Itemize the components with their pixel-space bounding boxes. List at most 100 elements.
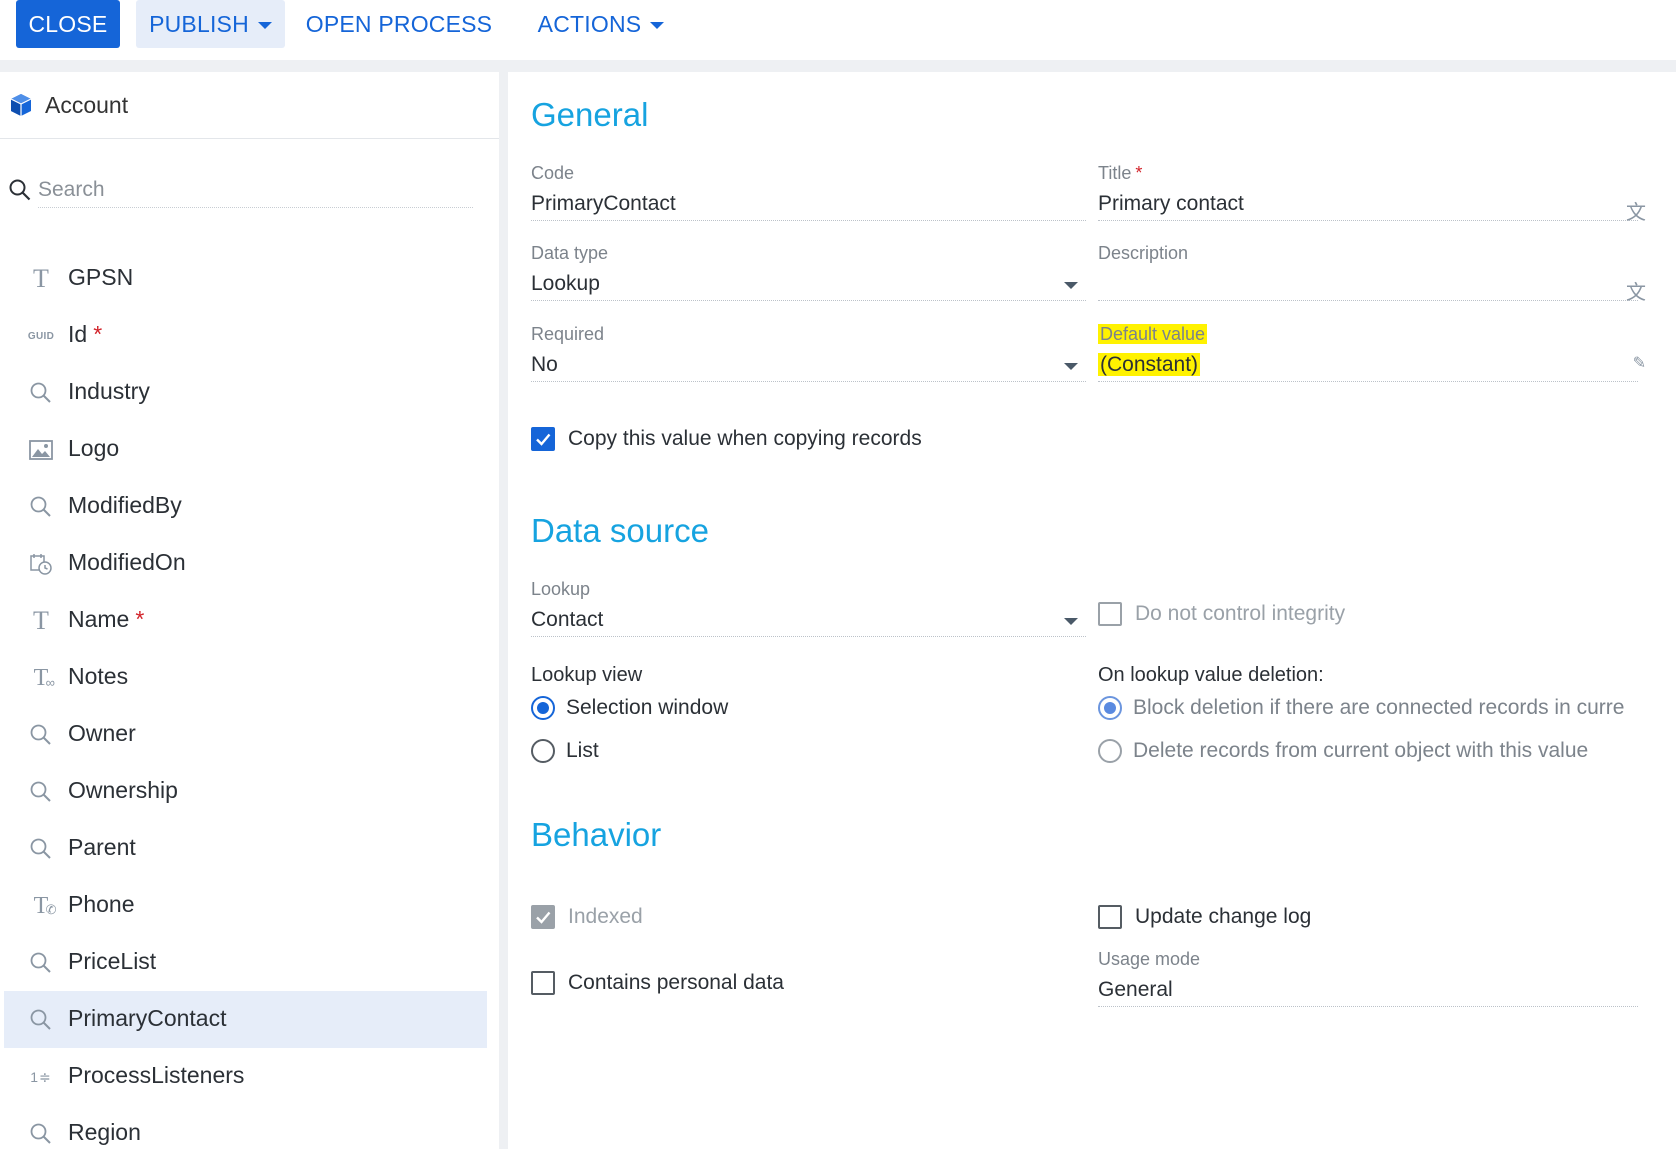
column-item-label: Name * <box>68 606 144 633</box>
indexed-checkbox[interactable]: Indexed <box>531 905 643 929</box>
update-change-log-label: Update change log <box>1135 905 1312 928</box>
column-name: Region <box>68 1119 141 1145</box>
required-label: Required <box>531 324 605 344</box>
search-input[interactable] <box>38 172 473 208</box>
open-process-label: OPEN PROCESS <box>305 10 493 37</box>
checkbox-checked-disabled-icon[interactable] <box>531 905 555 929</box>
radio-unselected-icon[interactable] <box>1098 739 1122 763</box>
checkbox-unchecked-icon[interactable] <box>1098 905 1122 929</box>
column-item-pricelist[interactable]: PriceList <box>0 934 487 991</box>
radio-selected-icon[interactable] <box>1098 696 1122 720</box>
column-item-label: Logo <box>68 435 119 462</box>
contains-personal-data-checkbox[interactable]: Contains personal data <box>531 971 784 995</box>
title-value: Primary contact <box>1098 192 1244 215</box>
column-item-gpsn[interactable]: T GPSN <box>0 250 487 307</box>
lookup-icon <box>28 1007 54 1033</box>
code-field[interactable]: Code PrimaryContact <box>531 162 1086 221</box>
radio-block-deletion[interactable]: Block deletion if there are connected re… <box>1098 696 1624 720</box>
integer-icon: 1≑ <box>30 1068 52 1085</box>
do-not-control-integrity-checkbox[interactable]: Do not control integrity <box>1098 602 1345 626</box>
actions-button[interactable]: ACTIONS <box>526 0 676 48</box>
column-item-industry[interactable]: Industry <box>0 364 487 421</box>
publish-button-label: PUBLISH <box>149 10 249 37</box>
column-item-label: Owner <box>68 720 136 747</box>
chevron-down-icon[interactable] <box>1064 618 1078 625</box>
checkbox-unchecked-icon[interactable] <box>531 971 555 995</box>
text-icon: T <box>33 606 49 635</box>
chevron-down-icon <box>257 22 272 29</box>
title-field[interactable]: Title * Primary contact 文 <box>1098 162 1646 224</box>
column-item-label: ModifiedBy <box>68 492 182 519</box>
column-item-modifiedon[interactable]: ModifiedOn <box>0 535 487 592</box>
chevron-down-icon <box>650 22 665 29</box>
column-item-owner[interactable]: Owner <box>0 706 487 763</box>
field-underline <box>531 220 1086 221</box>
required-asterisk: * <box>93 321 103 347</box>
column-item-name[interactable]: T Name * <box>0 592 487 649</box>
column-item-label: Phone <box>68 891 135 918</box>
field-underline <box>531 636 1086 637</box>
radio-selection-window[interactable]: Selection window <box>531 696 728 720</box>
default-value-label: Default value <box>1098 324 1208 344</box>
translate-icon[interactable]: 文 <box>1626 276 1646 305</box>
column-item-region[interactable]: Region <box>0 1105 487 1149</box>
section-title-behavior: Behavior <box>531 816 662 853</box>
default-value-value: (Constant) <box>1098 353 1201 376</box>
description-field[interactable]: Description 文 <box>1098 242 1646 304</box>
required-asterisk: * <box>135 606 145 632</box>
toolbar-divider <box>0 60 1676 72</box>
column-item-label: Industry <box>68 378 150 405</box>
column-item-parent[interactable]: Parent <box>0 820 487 877</box>
column-item-label: Notes <box>68 663 128 690</box>
actions-label: ACTIONS <box>537 10 642 37</box>
column-name: Industry <box>68 378 150 404</box>
publish-button[interactable]: PUBLISH <box>136 0 285 48</box>
radio-delete-records[interactable]: Delete records from current object with … <box>1098 739 1588 763</box>
translate-icon[interactable]: 文 <box>1626 196 1646 225</box>
column-item-label: Id * <box>68 321 102 348</box>
title-label: Title <box>1098 163 1132 183</box>
column-item-label: ProcessListeners <box>68 1062 244 1089</box>
column-item-ownership[interactable]: Ownership <box>0 763 487 820</box>
lookup-icon <box>28 722 54 748</box>
required-value: No <box>531 353 558 376</box>
radio-list[interactable]: List <box>531 739 599 763</box>
checkbox-checked-icon[interactable] <box>531 427 555 451</box>
data-type-label: Data type <box>531 243 609 263</box>
open-process-button[interactable]: OPEN PROCESS <box>304 0 494 48</box>
default-value-label-row: Default value <box>1098 323 1638 345</box>
close-button[interactable]: CLOSE <box>16 0 120 48</box>
copy-value-checkbox[interactable]: Copy this value when copying records <box>531 427 922 451</box>
column-name: ProcessListeners <box>68 1062 245 1088</box>
column-item-phone[interactable]: T ✆ Phone <box>0 877 487 934</box>
chevron-down-icon[interactable] <box>1064 363 1078 370</box>
column-name: Id <box>68 321 88 347</box>
radio-unselected-icon[interactable] <box>531 739 555 763</box>
usage-mode-value: General <box>1098 978 1173 1001</box>
edit-icon[interactable]: ✎ <box>1633 353 1646 373</box>
columns-panel: Account TGPSNGUIDId*IndustryLogoModified… <box>0 72 499 1149</box>
column-item-primarycontact[interactable]: PrimaryContact <box>4 991 487 1048</box>
column-item-modifiedby[interactable]: ModifiedBy <box>0 478 487 535</box>
default-value-field[interactable]: Default value (Constant) ✎ <box>1098 323 1646 382</box>
radio-selected-icon[interactable] <box>531 696 555 720</box>
column-item-id[interactable]: GUID Id * <box>0 307 487 364</box>
list-label: List <box>566 739 599 762</box>
column-item-processlisteners[interactable]: 1≑ ProcessListeners <box>0 1048 487 1105</box>
update-change-log-checkbox[interactable]: Update change log <box>1098 905 1311 929</box>
column-item-label: PriceList <box>68 948 156 975</box>
usage-mode-select[interactable]: Usage mode General <box>1098 948 1638 1007</box>
block-deletion-label: Block deletion if there are connected re… <box>1133 696 1625 719</box>
usage-mode-label: Usage mode <box>1098 949 1201 969</box>
chevron-down-icon[interactable] <box>1064 282 1078 289</box>
search-box <box>8 172 473 208</box>
panel-splitter[interactable] <box>499 72 508 1149</box>
column-item-notes[interactable]: T ∞ Notes <box>0 649 487 706</box>
lookup-select[interactable]: Lookup Contact <box>531 578 1086 637</box>
on-deletion-label: On lookup value deletion: <box>1098 664 1324 686</box>
checkbox-unchecked-icon[interactable] <box>1098 602 1122 626</box>
required-select[interactable]: Required No <box>531 323 1086 382</box>
lookup-view-label: Lookup view <box>531 664 643 686</box>
data-type-select[interactable]: Data type Lookup <box>531 242 1086 301</box>
column-item-logo[interactable]: Logo <box>0 421 487 478</box>
